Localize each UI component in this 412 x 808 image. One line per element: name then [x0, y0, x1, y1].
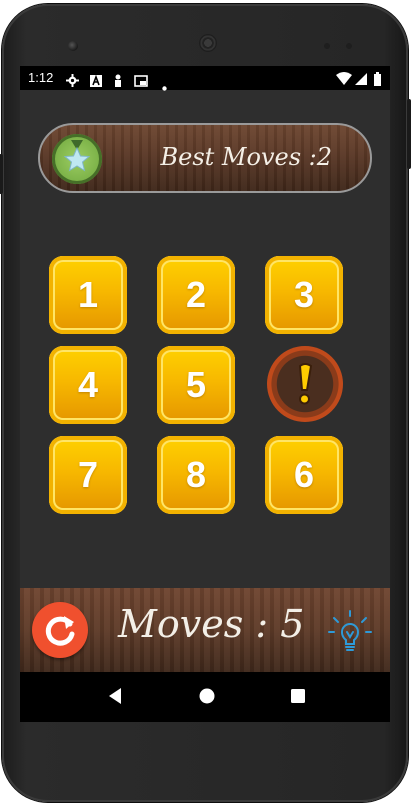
cast-icon [134, 72, 148, 96]
exclamation-icon [298, 363, 313, 391]
proximity-sensor [324, 43, 330, 49]
best-moves-banner: Best Moves :2 [38, 123, 372, 193]
home-button[interactable] [198, 687, 216, 709]
light-sensor [346, 43, 352, 49]
status-time: 1:12 [28, 70, 54, 85]
tile-1[interactable]: 1 [49, 256, 127, 334]
front-camera [68, 41, 78, 51]
a-icon [90, 72, 102, 96]
screen: 1:12 Best Moves:2 1 2 3 4 5 7 8 6 Moves… [20, 66, 390, 722]
lightbulb-icon [328, 610, 372, 651]
dot-icon [162, 76, 167, 100]
tile-4[interactable]: 4 [49, 346, 127, 424]
moves-counter: Moves : 5 [118, 602, 305, 646]
signal-icon [355, 73, 367, 85]
figure-icon [113, 72, 123, 96]
recents-icon [291, 689, 305, 703]
refresh-button[interactable] [32, 602, 88, 658]
volume-button [407, 99, 411, 169]
moves-bar: Moves : 5 [20, 588, 390, 672]
status-right-icons [336, 71, 384, 86]
recents-button[interactable] [290, 688, 306, 708]
tile-6[interactable]: 6 [265, 436, 343, 514]
power-button [0, 154, 3, 194]
tile-5[interactable]: 5 [157, 346, 235, 424]
empty-slot-button[interactable] [267, 346, 343, 422]
tile-3[interactable]: 3 [265, 256, 343, 334]
medal-star-icon [52, 134, 102, 184]
refresh-icon [45, 616, 75, 646]
back-icon [109, 688, 121, 704]
navigation-bar [20, 672, 390, 722]
status-bar: 1:12 [20, 66, 390, 91]
earpiece-speaker [199, 34, 217, 52]
wifi-icon [336, 72, 352, 85]
back-button[interactable] [107, 687, 123, 709]
tile-7[interactable]: 7 [49, 436, 127, 514]
tile-8[interactable]: 8 [157, 436, 235, 514]
lightbulb-button[interactable] [326, 608, 374, 656]
battery-icon [374, 72, 381, 86]
gear-icon [66, 72, 79, 96]
best-moves-text: Best Moves :2 [160, 143, 332, 171]
tile-2[interactable]: 2 [157, 256, 235, 334]
home-icon [199, 688, 215, 704]
